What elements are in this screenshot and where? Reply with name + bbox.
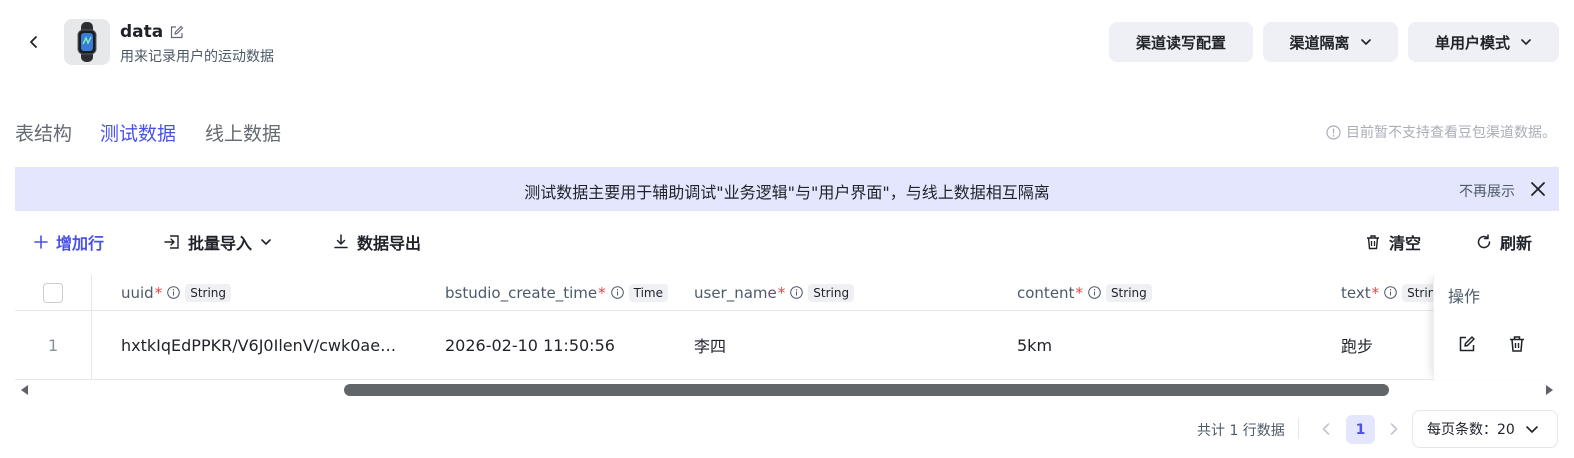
column-header-content[interactable]: content * String [1017, 275, 1152, 310]
tab-online-data[interactable]: 线上数据 [205, 119, 281, 146]
edit-icon[interactable] [169, 25, 184, 40]
cell-text[interactable]: 跑步 [1341, 311, 1373, 379]
delete-row-icon[interactable] [1508, 335, 1526, 353]
type-badge: Time [628, 283, 668, 302]
refresh-icon [1477, 234, 1491, 249]
cell-uuid[interactable]: hxtkIqEdPPKR/V6J0IlenV/cwk0ae… [121, 311, 396, 379]
column-name: uuid [121, 283, 154, 302]
info-banner: 测试数据主要用于辅助调试"业务逻辑"与"用户界面"，与线上数据相互隔离 不再展示 [15, 167, 1559, 211]
page-size-select[interactable]: 每页条数：20 [1412, 410, 1558, 448]
column-name: text [1341, 283, 1371, 302]
cell-user-name[interactable]: 李四 [694, 311, 726, 379]
single-user-mode-label: 单用户模式 [1434, 33, 1510, 52]
column-header-text[interactable]: text * String [1341, 275, 1448, 310]
title-row: data [120, 22, 184, 42]
banner-dismiss-button[interactable]: 不再展示 [1459, 181, 1515, 201]
chevron-left-icon [30, 36, 37, 48]
export-label: 数据导出 [357, 234, 422, 253]
download-icon [334, 234, 348, 249]
channel-rw-config-label: 渠道读写配置 [1135, 33, 1226, 52]
batch-import-dropdown[interactable]: 批量导入 [164, 229, 272, 255]
export-button[interactable]: 数据导出 [333, 229, 421, 255]
prev-page-icon[interactable] [1316, 419, 1336, 439]
batch-import-label: 批量导入 [188, 234, 253, 253]
tab-test-data[interactable]: 测试数据 [100, 119, 176, 146]
chevron-down-icon [1526, 426, 1538, 433]
horizontal-scrollbar[interactable] [15, 381, 1559, 399]
total-rows: 共计 1 行数据 [1197, 423, 1285, 439]
smartwatch-icon [77, 22, 97, 62]
notice-text: 目前暂不支持查看豆包渠道数据。 [1346, 125, 1556, 141]
column-name: content [1017, 283, 1075, 302]
scrollbar-thumb[interactable] [344, 384, 1389, 396]
cell-create-time[interactable]: 2026-02-10 11:50:56 [445, 311, 615, 379]
clear-label: 清空 [1389, 234, 1422, 253]
data-table: uuid * String bstudio_create_time * Time u… [15, 275, 1559, 381]
required-mark: * [1075, 283, 1083, 302]
page-subtitle: 用来记录用户的运动数据 [120, 49, 274, 65]
required-mark: * [154, 283, 163, 302]
refresh-label: 刷新 [1500, 234, 1533, 253]
type-badge: String [808, 283, 855, 302]
pagination-divider [1298, 419, 1299, 439]
page-size-label: 每页条数：20 [1427, 422, 1515, 438]
close-icon[interactable] [1529, 180, 1547, 198]
add-row-label: 增加行 [56, 234, 105, 253]
page-title: data [120, 22, 164, 42]
info-icon[interactable] [790, 286, 804, 299]
cell-content[interactable]: 5km [1017, 311, 1052, 379]
operations-column: 操作 [1433, 275, 1559, 380]
notice: 目前暂不支持查看豆包渠道数据。 [1326, 122, 1556, 142]
edit-row-icon[interactable] [1458, 335, 1476, 353]
scroll-right-arrow-icon[interactable] [1546, 385, 1553, 395]
info-icon[interactable] [1088, 286, 1101, 299]
table-header: uuid * String bstudio_create_time * Time u… [15, 275, 1559, 311]
type-badge: String [185, 283, 232, 302]
next-page-icon[interactable] [1384, 419, 1404, 439]
info-icon[interactable] [610, 286, 624, 299]
info-icon[interactable] [167, 286, 181, 299]
channel-isolation-label: 渠道隔离 [1289, 33, 1350, 52]
channel-isolation-dropdown[interactable]: 渠道隔离 [1263, 22, 1398, 62]
scroll-left-arrow-icon[interactable] [21, 385, 28, 395]
required-mark: * [598, 283, 606, 302]
required-mark: * [1371, 283, 1380, 302]
operations-header: 操作 [1448, 287, 1481, 306]
info-icon[interactable] [1384, 286, 1397, 299]
column-header-create-time[interactable]: bstudio_create_time * Time [445, 275, 668, 310]
tab-table-structure[interactable]: 表结构 [15, 119, 72, 146]
clear-button[interactable]: 清空 [1365, 229, 1421, 255]
banner-text: 测试数据主要用于辅助调试"业务逻辑"与"用户界面"，与线上数据相互隔离 [524, 183, 1050, 202]
select-all-checkbox[interactable] [43, 283, 63, 303]
chevron-down-icon [1360, 39, 1371, 45]
import-icon [164, 235, 179, 249]
chevron-down-icon [261, 239, 271, 245]
back-button[interactable] [20, 28, 48, 56]
table-row[interactable]: 1 hxtkIqEdPPKR/V6J0IlenV/cwk0ae… 2026-02… [15, 311, 1559, 380]
row-index: 1 [48, 335, 59, 355]
trash-icon [1367, 235, 1379, 250]
add-row-button[interactable]: 增加行 [34, 229, 104, 255]
app-icon [64, 19, 110, 65]
column-name: user_name [694, 283, 777, 302]
type-badge: String [1105, 283, 1152, 302]
refresh-button[interactable]: 刷新 [1476, 229, 1532, 255]
info-circle-icon [1326, 124, 1341, 140]
column-header-user-name[interactable]: user_name * String [694, 275, 855, 310]
page-number-current[interactable]: 1 [1346, 415, 1375, 444]
plus-icon [34, 235, 48, 249]
column-header-uuid[interactable]: uuid * String [121, 275, 232, 310]
column-name: bstudio_create_time [445, 283, 598, 302]
channel-rw-config-button[interactable]: 渠道读写配置 [1109, 22, 1253, 62]
single-user-mode-dropdown[interactable]: 单用户模式 [1408, 22, 1559, 62]
column-divider [91, 275, 92, 380]
required-mark: * [777, 283, 786, 302]
chevron-down-icon [1521, 39, 1531, 45]
